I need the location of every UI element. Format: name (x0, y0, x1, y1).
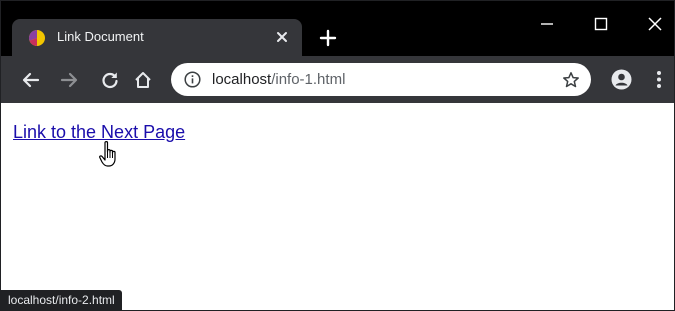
kebab-menu-icon[interactable] (649, 69, 669, 90)
home-icon[interactable] (133, 70, 153, 90)
tab-title: Link Document (57, 29, 144, 44)
page-viewport: Link to the Next Page localhost/info-2.h… (1, 103, 674, 310)
star-icon[interactable] (562, 71, 580, 89)
minimize-icon[interactable] (535, 13, 559, 37)
browser-window: Link Document localhost/info-1.html Link… (0, 0, 675, 311)
arrow-right-icon[interactable] (59, 70, 79, 90)
account-icon[interactable] (611, 69, 632, 90)
tab-link-document[interactable]: Link Document (12, 19, 302, 56)
hand-pointer-cursor-icon (99, 141, 116, 167)
reload-icon[interactable] (100, 70, 120, 90)
url-path: /info-1.html (271, 71, 346, 88)
plus-icon[interactable] (319, 29, 337, 47)
url-host: localhost (212, 71, 272, 88)
url-text: localhost/info-1.html (212, 71, 345, 88)
window-close-icon[interactable] (643, 13, 667, 37)
pie-favicon-icon (29, 30, 45, 46)
maximize-icon[interactable] (589, 13, 613, 37)
close-icon[interactable] (274, 29, 290, 45)
title-bar: Link Document (1, 1, 674, 56)
arrow-left-icon[interactable] (21, 70, 41, 90)
status-bubble: localhost/info-2.html (1, 290, 122, 310)
address-bar[interactable]: localhost/info-1.html (171, 63, 591, 96)
info-icon[interactable] (184, 71, 201, 88)
browser-toolbar: localhost/info-1.html (1, 56, 674, 103)
